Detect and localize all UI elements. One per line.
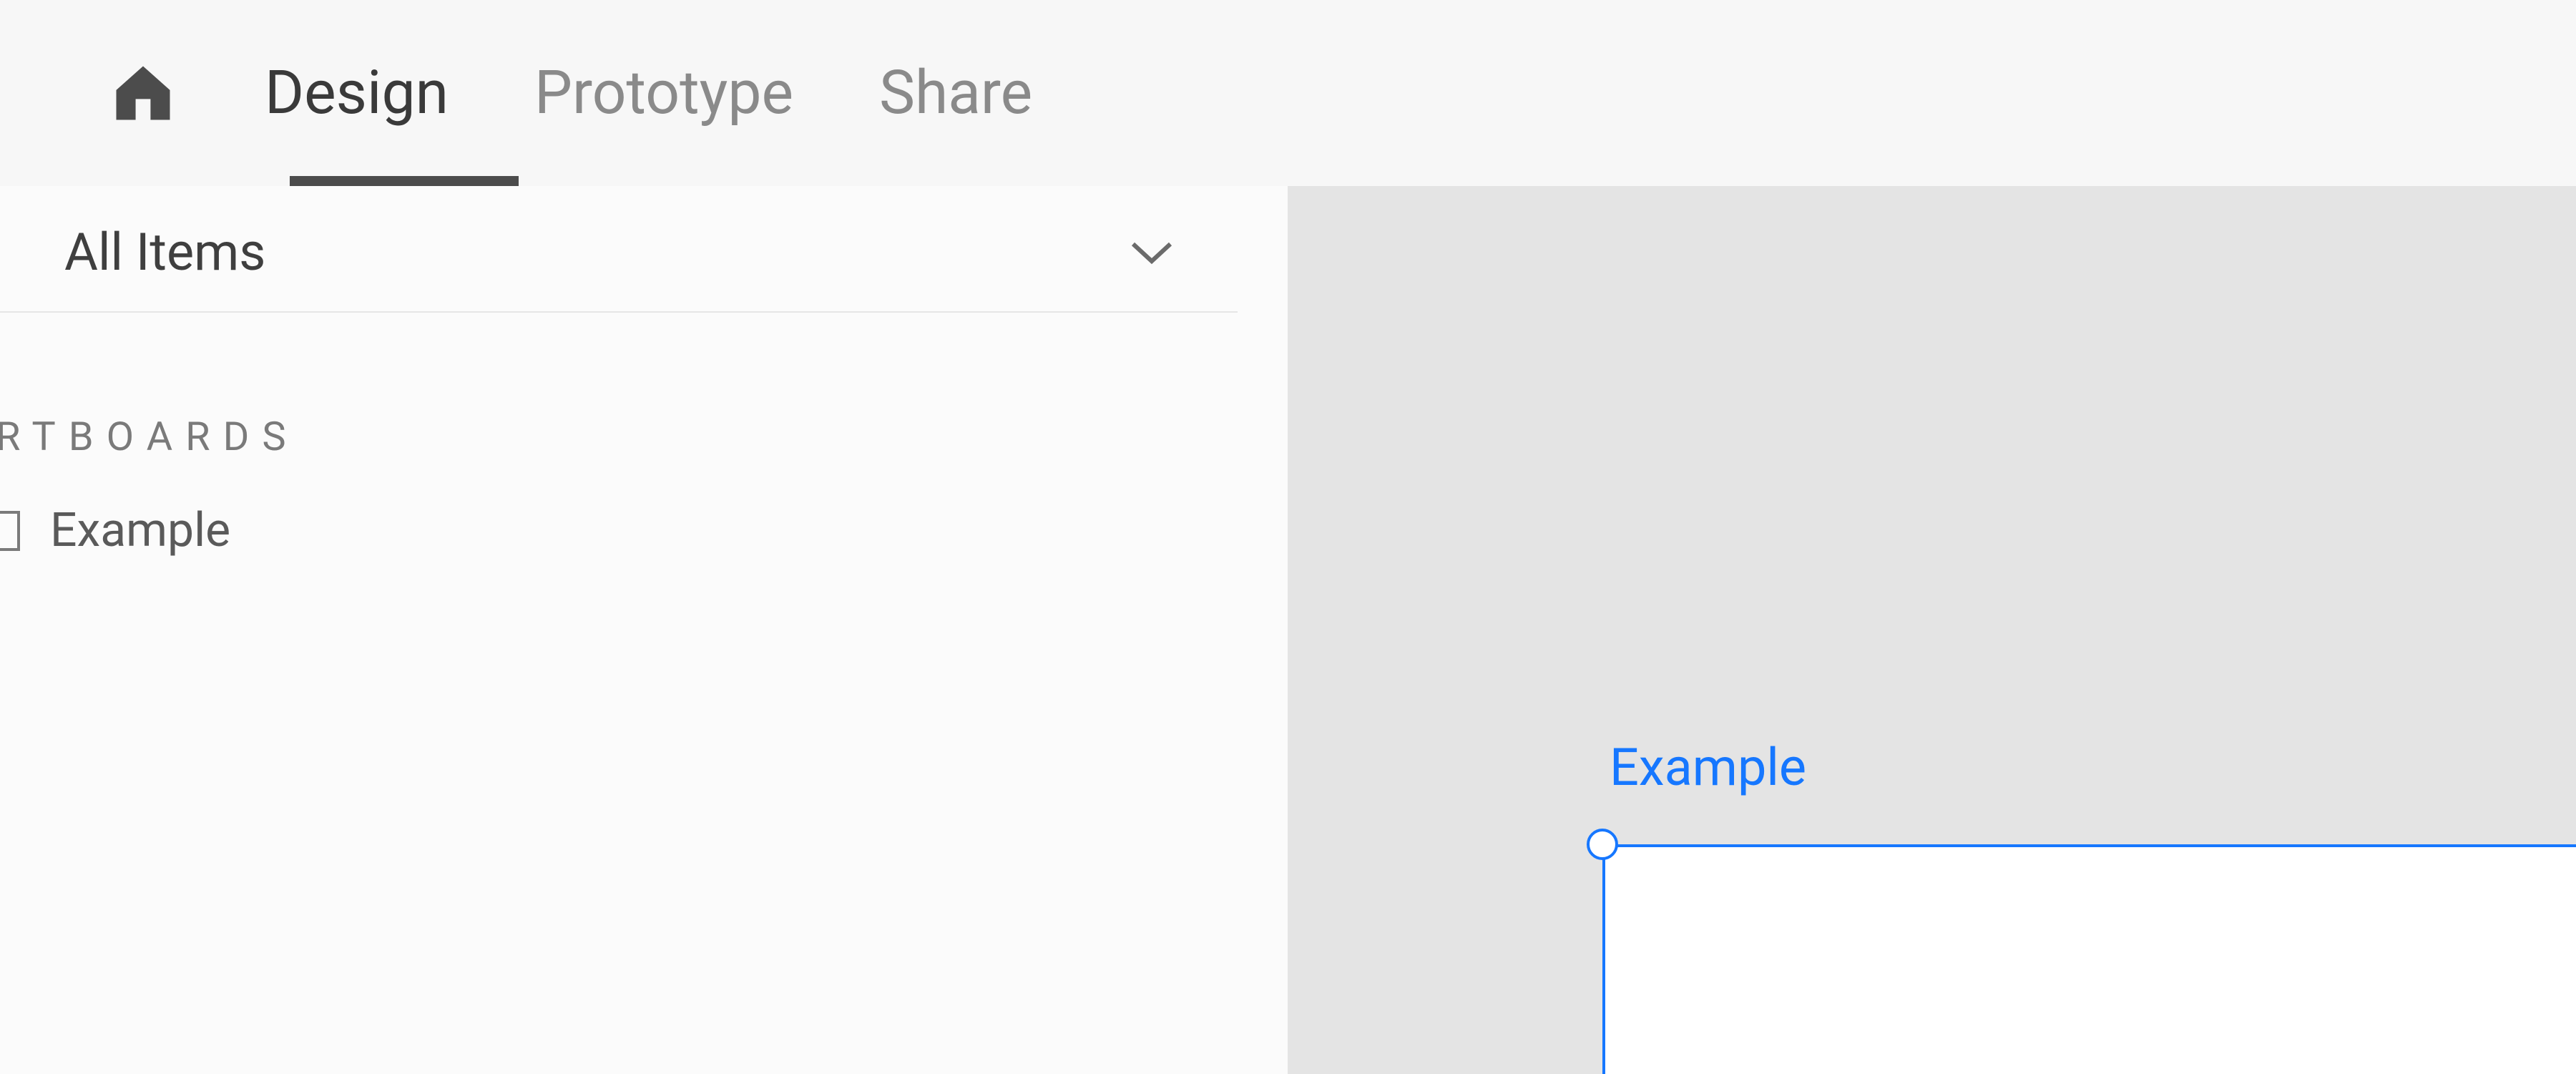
tab-design-label: Design (265, 57, 449, 128)
canvas-artboard-title[interactable]: Example (1610, 737, 1806, 798)
top-navbar: Design Prototype Share (0, 0, 2576, 186)
canvas-area[interactable]: Example (1288, 186, 2576, 1074)
artboard-selection-handle-top-left[interactable] (1587, 829, 1618, 860)
tab-prototype[interactable]: Prototype (534, 63, 793, 123)
artboard-icon (0, 509, 21, 552)
active-tab-underline (290, 176, 519, 186)
artboards-section-heading: RTBOARDS (0, 313, 1288, 460)
tab-prototype-label: Prototype (534, 57, 793, 128)
layer-item-example[interactable]: Example (0, 460, 1288, 558)
chevron-down-icon (1130, 240, 1173, 265)
canvas-artboard[interactable] (1602, 844, 2576, 1074)
filter-dropdown[interactable]: All Items (0, 186, 1238, 313)
layers-sidebar: All Items RTBOARDS Example (0, 186, 1288, 1074)
tab-design[interactable]: Design (265, 63, 449, 123)
layer-item-label: Example (50, 503, 230, 558)
tab-share[interactable]: Share (879, 63, 1032, 123)
home-icon[interactable] (107, 57, 179, 129)
tab-share-label: Share (879, 57, 1032, 128)
filter-label: All Items (64, 222, 265, 283)
